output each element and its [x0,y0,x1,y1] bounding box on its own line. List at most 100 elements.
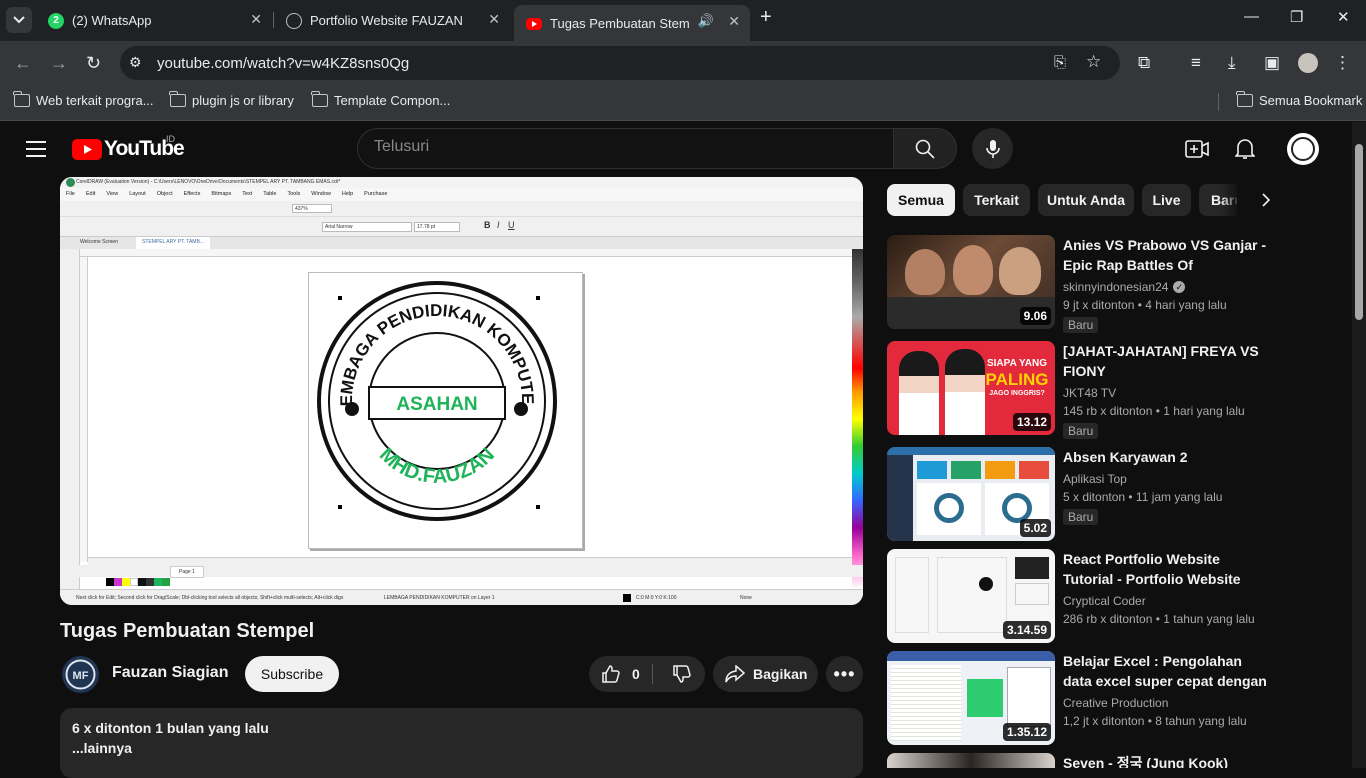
close-tab-icon[interactable]: ✕ [488,11,500,28]
subscribe-button[interactable]: Subscribe [245,656,339,692]
tab-label: Portfolio Website FAUZAN [310,13,463,28]
corel-page-nav: Page 1 [60,565,863,578]
chip-for-you[interactable]: Untuk Anda [1038,184,1134,216]
bookmark-star-icon[interactable]: ☆ [1086,52,1101,72]
video-channel[interactable]: JKT48 TV [1063,386,1116,400]
thumb-figure [953,245,993,295]
corel-property-bar: Arial Narrow 17.78 pt B I U [60,217,863,237]
more-actions-button[interactable]: ••• [826,656,863,692]
tab-youtube-active[interactable]: Tugas Pembuatan Stempel 🔊 ✕ [514,5,750,41]
account-avatar[interactable] [1287,133,1319,165]
video-thumbnail[interactable] [887,753,1055,768]
bookmark-folder[interactable]: Web terkait progra... [13,91,154,108]
bookmark-folder[interactable]: plugin js or library [169,91,294,108]
channel-avatar[interactable]: MF [62,656,99,693]
stamp-center-text: ASAHAN [396,394,477,415]
corel-status-object: LEMBAGA PENDIDIKAN KOMPUTER on Layer 1 [384,595,495,601]
video-thumbnail[interactable]: SIAPA YANG PALING JAGO INGGRIS? 13.12 [887,341,1055,435]
recommended-video[interactable]: Seven - 정국 (Jung Kook) [887,753,1347,768]
channel-name[interactable]: Fauzan Siagian [112,664,228,682]
download-icon[interactable]: ⤓ [1228,53,1236,73]
video-title[interactable]: [JAHAT-JAHATAN] FREYA VS FIONY [1063,341,1267,381]
video-thumbnail[interactable]: 3.14.59 [887,549,1055,643]
recommended-video[interactable]: 9.06 Anies VS Prabowo VS Ganjar - Epic R… [887,235,1347,333]
site-settings-icon[interactable]: ⚙ [129,54,142,71]
corel-horizontal-scroll [88,557,852,565]
corel-tab-welcome: Welcome Screen [80,239,118,245]
hamburger-menu-icon[interactable] [26,141,46,157]
region-code: ID [166,134,175,144]
video-title[interactable]: Anies VS Prabowo VS Ganjar - Epic Rap Ba… [1063,235,1267,275]
tab-search-button[interactable] [6,7,32,33]
corel-status-hint: Next click for Edit; Second click for Dr… [76,595,344,601]
dislike-button[interactable] [659,656,705,692]
tab-label: Tugas Pembuatan Stempel [550,16,690,31]
video-channel[interactable]: Cryptical Coder [1063,594,1146,608]
chips-next-button[interactable] [1252,186,1280,214]
tab-portfolio[interactable]: Portfolio Website FAUZAN ✕ [274,6,510,35]
video-thumbnail[interactable]: 9.06 [887,235,1055,329]
search-input[interactable] [374,138,854,156]
side-panel-icon[interactable]: ▣ [1264,53,1280,73]
show-more-link[interactable]: ...lainnya [72,740,851,756]
recommended-video[interactable]: SIAPA YANG PALING JAGO INGGRIS? 13.12 [J… [887,341,1347,439]
profile-avatar[interactable] [1298,53,1318,73]
close-window-button[interactable]: ✕ [1337,8,1350,26]
video-title[interactable]: Seven - 정국 (Jung Kook) [1063,753,1267,768]
search-box[interactable] [357,128,894,169]
thumb-wireframe [937,557,1007,633]
create-video-icon[interactable] [1185,140,1209,158]
corel-standard-toolbar: 437% [60,201,863,217]
chip-live[interactable]: Live [1142,184,1191,216]
page-scrollbar[interactable] [1352,122,1366,768]
video-title[interactable]: React Portfolio Website Tutorial - Portf… [1063,549,1267,589]
tab-whatsapp[interactable]: 2 (2) WhatsApp ✕ [36,6,272,35]
corel-zoom-level: 437% [292,204,332,213]
install-app-icon[interactable]: ⎘ [1054,54,1066,71]
video-thumbnail[interactable]: 5.02 [887,447,1055,541]
corel-app-icon [66,178,75,187]
video-player[interactable]: CorelDRAW (Evaluation Version) - C:\User… [60,177,863,605]
view-count-date: 6 x ditonton 1 bulan yang lalu [72,720,269,736]
video-title[interactable]: Belajar Excel : Pengolahan data excel su… [1063,651,1267,691]
forward-icon[interactable]: → [50,53,68,74]
video-title[interactable]: Absen Karyawan 2 [1063,447,1267,467]
url-text[interactable]: youtube.com/watch?v=w4KZ8sns0Qg [157,55,409,72]
video-stats: 145 rb x ditonton • 1 hari yang lalu [1063,404,1245,418]
video-duration: 1.35.12 [1002,723,1051,741]
recommended-video[interactable]: 5.02 Absen Karyawan 2 Aplikasi Top 5 x d… [887,447,1347,541]
video-channel[interactable]: Aplikasi Top [1063,472,1127,486]
menu-dots-icon[interactable]: ⋮ [1334,53,1351,73]
video-duration: 5.02 [1019,519,1051,537]
back-icon[interactable]: ← [14,53,32,74]
media-control-icon[interactable]: ≡ [1191,53,1201,73]
voice-search-button[interactable] [972,128,1013,169]
thumb-sidebar [887,447,913,541]
minimize-button[interactable]: — [1244,8,1259,25]
search-button[interactable] [893,128,957,169]
restore-button[interactable]: ❐ [1290,8,1303,26]
reload-icon[interactable]: ↻ [86,53,101,74]
scrollbar-thumb[interactable] [1355,144,1363,320]
bookmark-folder[interactable]: Template Compon... [311,91,450,108]
extensions-icon[interactable]: ⧉ [1138,53,1150,73]
recommended-video[interactable]: 3.14.59 React Portfolio Website Tutorial… [887,549,1347,643]
video-thumbnail[interactable]: 1.35.12 [887,651,1055,745]
like-button[interactable]: 0 [589,656,659,692]
speaker-icon[interactable]: 🔊 [698,13,714,29]
corel-menu-layout: Layout [129,191,146,197]
all-bookmarks-folder[interactable]: Semua Bookmark [1236,91,1362,108]
notifications-bell-icon[interactable] [1235,138,1255,160]
channel-logo-icon: MF [65,659,96,690]
video-channel[interactable]: Creative Production [1063,696,1168,710]
youtube-logo[interactable]: YouTube ID [72,134,185,161]
recommended-video[interactable]: 1.35.12 Belajar Excel : Pengolahan data … [887,651,1347,745]
close-tab-icon[interactable]: ✕ [728,13,740,30]
share-button[interactable]: Bagikan [713,656,818,692]
video-channel[interactable]: skinnyindonesian24 ✓ [1063,280,1186,294]
chip-all[interactable]: Semua [887,184,955,216]
new-tab-button[interactable]: + [760,6,772,29]
chip-related[interactable]: Terkait [963,184,1030,216]
address-bar[interactable]: ⚙ youtube.com/watch?v=w4KZ8sns0Qg ⎘ ☆ [120,46,1120,80]
close-tab-icon[interactable]: ✕ [250,11,262,28]
